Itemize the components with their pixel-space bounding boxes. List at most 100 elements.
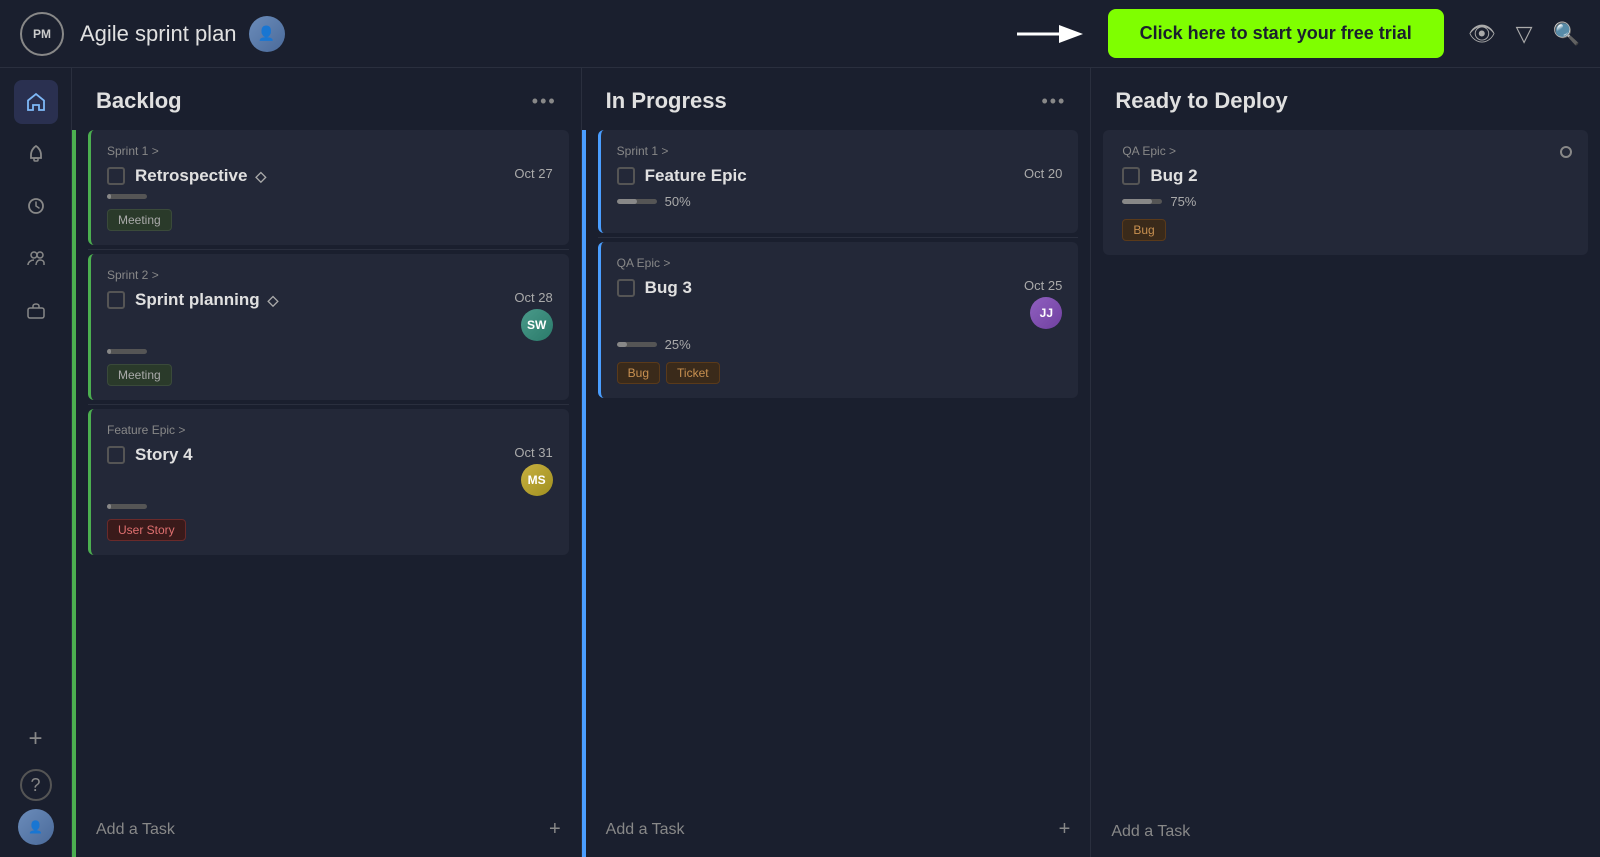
card-title-retrospective: Retrospective ◇ bbox=[135, 166, 266, 186]
add-task-in-progress[interactable]: Add a Task + bbox=[586, 802, 1091, 857]
task-card-bug2[interactable]: QA Epic > Bug 2 bbox=[1103, 130, 1588, 255]
add-task-label-ready-to-deploy: Add a Task bbox=[1111, 823, 1190, 841]
user-avatar-header: 👤 bbox=[249, 16, 285, 52]
card-title-feature-epic: Feature Epic bbox=[645, 166, 747, 186]
card-checkbox-bug3[interactable] bbox=[617, 279, 635, 297]
col-body-backlog: Sprint 1 > Retrospective ◇ Oct 27 bbox=[76, 130, 581, 857]
card-checkbox-title-retrospective: Retrospective ◇ bbox=[107, 166, 266, 186]
task-card-retrospective[interactable]: Sprint 1 > Retrospective ◇ Oct 27 bbox=[88, 130, 569, 245]
column-title-backlog: Backlog bbox=[96, 88, 182, 114]
tag-bug-bug2: Bug bbox=[1122, 219, 1165, 241]
task-card-sprint-planning[interactable]: Sprint 2 > Sprint planning ◇ bbox=[88, 254, 569, 400]
tag-meeting-sprint-planning: Meeting bbox=[107, 364, 172, 386]
sidebar-item-notifications[interactable] bbox=[14, 132, 58, 176]
app-title: Agile sprint plan bbox=[80, 21, 237, 47]
diamond-icon-retrospective: ◇ bbox=[255, 168, 266, 185]
sidebar-item-briefcase[interactable] bbox=[14, 288, 58, 332]
task-card-story4[interactable]: Feature Epic > Story 4 Oct 31 MS bbox=[88, 409, 569, 555]
header-icons: 👁 ▽ 🔍 bbox=[1468, 21, 1580, 47]
card-title-bug2: Bug 2 bbox=[1150, 166, 1197, 186]
sidebar-user-avatar[interactable]: 👤 bbox=[18, 809, 54, 845]
divider-1 bbox=[88, 249, 569, 250]
avatar-ms: MS bbox=[521, 464, 553, 496]
column-header-in-progress: In Progress ••• bbox=[582, 68, 1091, 130]
sidebar: + ? 👤 bbox=[0, 68, 72, 857]
card-checkbox-story4[interactable] bbox=[107, 446, 125, 464]
add-task-backlog[interactable]: Add a Task + bbox=[76, 802, 581, 857]
progress-text-bug3: 25% bbox=[665, 337, 691, 352]
avatar-sw: SW bbox=[521, 309, 553, 341]
sidebar-item-team[interactable] bbox=[14, 236, 58, 280]
card-progress-bug3: 25% bbox=[617, 337, 1063, 352]
card-checkbox-retrospective[interactable] bbox=[107, 167, 125, 185]
tag-user-story: User Story bbox=[107, 519, 186, 541]
card-parent-retrospective: Sprint 1 > bbox=[107, 144, 553, 158]
column-inner-in-progress: Sprint 1 > Feature Epic Oct 20 bbox=[582, 130, 1091, 857]
progress-text-feature-epic: 50% bbox=[665, 194, 691, 209]
diamond-icon-sprint-planning: ◇ bbox=[268, 292, 279, 309]
col-body-ready-to-deploy: QA Epic > Bug 2 bbox=[1091, 130, 1600, 857]
sidebar-item-help[interactable]: ? bbox=[20, 769, 52, 801]
sidebar-item-home[interactable] bbox=[14, 80, 58, 124]
card-tags-retrospective: Meeting bbox=[107, 209, 553, 231]
card-header-bug2: Bug 2 bbox=[1122, 166, 1572, 186]
card-header-retrospective: Retrospective ◇ Oct 27 bbox=[107, 166, 553, 186]
card-header-bug3: Bug 3 Oct 25 JJ bbox=[617, 278, 1063, 329]
card-parent-sprint-planning: Sprint 2 > bbox=[107, 268, 553, 282]
column-menu-in-progress[interactable]: ••• bbox=[1041, 91, 1066, 112]
column-content-backlog: Sprint 1 > Retrospective ◇ Oct 27 bbox=[76, 130, 581, 798]
filter-icon[interactable]: ▽ bbox=[1516, 21, 1533, 47]
card-parent-feature-epic: Sprint 1 > bbox=[617, 144, 1063, 158]
column-header-ready-to-deploy: Ready to Deploy bbox=[1091, 68, 1600, 130]
card-checkbox-sprint-planning[interactable] bbox=[107, 291, 125, 309]
card-checkbox-title-story4: Story 4 bbox=[107, 445, 193, 465]
column-header-backlog: Backlog ••• bbox=[72, 68, 581, 130]
progress-bar-bg-sprint-planning bbox=[107, 349, 147, 354]
card-date-avatar-sprint-planning: Oct 28 SW bbox=[506, 290, 552, 341]
sidebar-bottom: + ? 👤 bbox=[14, 717, 58, 845]
main-layout: + ? 👤 Backlog ••• Sprint 1 > bbox=[0, 68, 1600, 857]
card-tags-bug2: Bug bbox=[1122, 219, 1572, 241]
top-header: PM Agile sprint plan 👤 Click here to sta… bbox=[0, 0, 1600, 68]
card-title-story4: Story 4 bbox=[135, 445, 193, 465]
card-date-avatar-story4: Oct 31 MS bbox=[506, 445, 552, 496]
add-icon-backlog: + bbox=[549, 818, 561, 841]
column-inner-ready-to-deploy: QA Epic > Bug 2 bbox=[1091, 130, 1600, 857]
card-header-feature-epic: Feature Epic Oct 20 bbox=[617, 166, 1063, 186]
column-inner-backlog: Sprint 1 > Retrospective ◇ Oct 27 bbox=[72, 130, 581, 857]
column-ready-to-deploy: Ready to Deploy QA Epic > Bug 2 bbox=[1091, 68, 1600, 857]
progress-bar-bg-story4 bbox=[107, 504, 147, 509]
add-task-label-backlog: Add a Task bbox=[96, 821, 175, 839]
card-progress-story4 bbox=[107, 504, 553, 509]
status-dot-bug2 bbox=[1560, 146, 1572, 158]
column-menu-backlog[interactable]: ••• bbox=[532, 91, 557, 112]
card-progress-feature-epic: 50% bbox=[617, 194, 1063, 209]
progress-bar-fill-retrospective bbox=[107, 194, 111, 199]
card-tags-bug3: Bug Ticket bbox=[617, 362, 1063, 384]
free-trial-button[interactable]: Click here to start your free trial bbox=[1108, 9, 1444, 58]
card-title-bug3: Bug 3 bbox=[645, 278, 692, 298]
card-progress-retrospective bbox=[107, 194, 553, 199]
card-checkbox-bug2[interactable] bbox=[1122, 167, 1140, 185]
card-parent-bug3: QA Epic > bbox=[617, 256, 1063, 270]
sidebar-item-add[interactable]: + bbox=[14, 717, 58, 761]
task-card-bug3[interactable]: QA Epic > Bug 3 Oct 25 JJ bbox=[598, 242, 1079, 398]
sidebar-item-history[interactable] bbox=[14, 184, 58, 228]
add-task-ready-to-deploy[interactable]: Add a Task bbox=[1091, 807, 1600, 857]
eye-icon[interactable]: 👁 bbox=[1468, 21, 1496, 47]
search-icon[interactable]: 🔍 bbox=[1553, 21, 1580, 47]
divider-2 bbox=[88, 404, 569, 405]
progress-bar-bg-feature-epic bbox=[617, 199, 657, 204]
arrow-container bbox=[1012, 14, 1092, 54]
card-date-story4: Oct 31 bbox=[514, 445, 552, 460]
column-content-in-progress: Sprint 1 > Feature Epic Oct 20 bbox=[586, 130, 1091, 798]
card-checkbox-feature-epic[interactable] bbox=[617, 167, 635, 185]
card-title-sprint-planning: Sprint planning ◇ bbox=[135, 290, 278, 310]
card-checkbox-title-bug2: Bug 2 bbox=[1122, 166, 1197, 186]
progress-bar-bg-retrospective bbox=[107, 194, 147, 199]
progress-bar-bg-bug2 bbox=[1122, 199, 1162, 204]
progress-text-bug2: 75% bbox=[1170, 194, 1196, 209]
task-card-feature-epic[interactable]: Sprint 1 > Feature Epic Oct 20 bbox=[598, 130, 1079, 233]
column-backlog: Backlog ••• Sprint 1 > bbox=[72, 68, 582, 857]
card-date-retrospective: Oct 27 bbox=[514, 166, 552, 181]
